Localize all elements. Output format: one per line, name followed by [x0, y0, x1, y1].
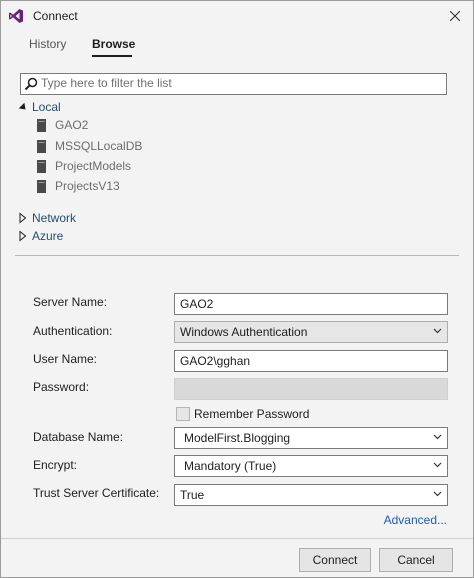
trust-server-certificate-label: Trust Server Certificate:: [33, 486, 160, 500]
close-button[interactable]: [441, 3, 469, 29]
footer-divider: [1, 538, 473, 539]
remember-password-checkbox[interactable]: [176, 407, 190, 421]
tree-node-local-label: Local: [32, 100, 61, 114]
password-field[interactable]: [174, 378, 448, 400]
database-name-value: ModelFirst.Blogging: [184, 431, 291, 445]
filter-input[interactable]: [41, 75, 441, 91]
title-bar: Connect: [1, 1, 473, 31]
chevron-down-icon: [433, 462, 442, 468]
server-icon: [37, 160, 46, 173]
triangle-right-icon[interactable]: [17, 212, 29, 224]
chevron-down-icon: [433, 434, 442, 440]
selected-tab-indicator: [92, 55, 132, 57]
encrypt-label: Encrypt:: [33, 458, 78, 472]
password-label: Password:: [33, 380, 90, 394]
tab-history[interactable]: History: [29, 37, 66, 51]
remember-password-label: Remember Password: [194, 407, 310, 421]
tree-node-azure-label: Azure: [32, 229, 64, 243]
chevron-down-icon: [433, 491, 442, 497]
triangle-down-icon[interactable]: [17, 101, 29, 113]
window-title: Connect: [33, 9, 78, 23]
authentication-select[interactable]: Windows Authentication: [174, 321, 448, 343]
tree-node-network-label: Network: [32, 211, 77, 225]
server-name-value: GAO2: [180, 297, 214, 311]
trust-server-certificate-value: True: [180, 488, 205, 502]
authentication-label: Authentication:: [33, 324, 113, 338]
advanced-link[interactable]: Advanced...: [384, 513, 447, 527]
cancel-button[interactable]: Cancel: [379, 548, 453, 572]
triangle-right-icon[interactable]: [17, 230, 29, 242]
connect-dialog: Connect History Browse Local GAO2: [0, 0, 474, 578]
server-item-label: ProjectModels: [55, 159, 132, 173]
user-name-value: GAO2\gghan: [180, 354, 251, 368]
database-name-select[interactable]: ModelFirst.Blogging: [174, 427, 448, 449]
tab-browse[interactable]: Browse: [92, 37, 135, 51]
server-name-field[interactable]: GAO2: [174, 293, 448, 315]
connect-button[interactable]: Connect: [299, 548, 371, 572]
server-icon: [37, 180, 46, 193]
encrypt-select[interactable]: Mandatory (True): [174, 455, 448, 477]
trust-server-certificate-select[interactable]: True: [174, 484, 448, 506]
server-item-label: GAO2: [55, 118, 89, 132]
user-name-field[interactable]: GAO2\gghan: [174, 350, 448, 372]
server-icon: [37, 140, 46, 153]
database-name-label: Database Name:: [33, 430, 124, 444]
encrypt-value: Mandatory (True): [184, 459, 277, 473]
server-item-label: ProjectsV13: [55, 179, 120, 193]
server-item-label: MSSQLLocalDB: [55, 139, 143, 153]
user-name-label: User Name:: [33, 352, 98, 366]
visual-studio-icon: [9, 9, 23, 23]
server-name-label: Server Name:: [33, 295, 108, 309]
authentication-value: Windows Authentication: [180, 325, 308, 339]
filter-box: [20, 73, 447, 95]
chevron-down-icon: [433, 328, 442, 334]
section-divider: [15, 255, 459, 256]
server-icon: [37, 119, 46, 132]
search-icon: [24, 77, 38, 91]
close-icon: [449, 10, 461, 22]
